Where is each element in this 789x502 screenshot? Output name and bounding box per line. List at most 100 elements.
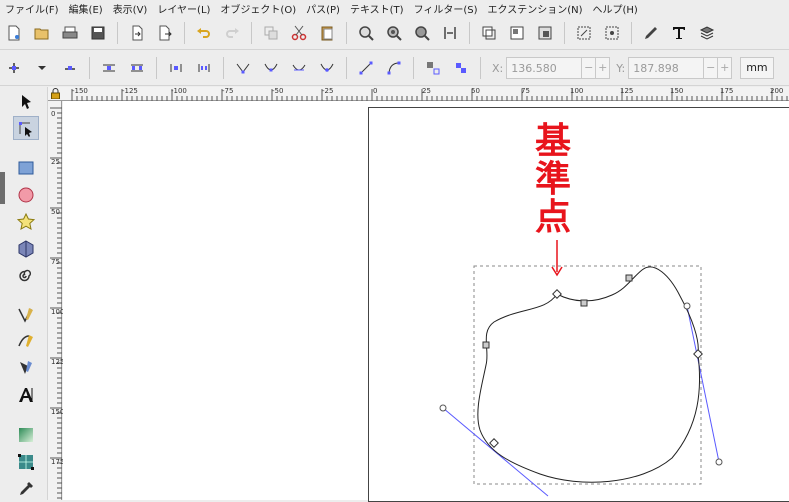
menu-bar: ファイル(F) 編集(E) 表示(V) レイヤー(L) オブジェクト(O) パス…: [0, 0, 789, 16]
spiral-tool-icon[interactable]: [13, 264, 39, 288]
y-increment-button[interactable]: +: [718, 57, 733, 79]
undo-icon[interactable]: [193, 22, 215, 44]
import-icon[interactable]: [126, 22, 148, 44]
rectangle-tool-icon[interactable]: [13, 156, 39, 180]
x-coordinate-control: X: − +: [492, 57, 611, 79]
ruler-label: -75: [222, 87, 234, 95]
ungroup-icon[interactable]: [534, 22, 556, 44]
lock-icon[interactable]: [50, 88, 61, 100]
break-path-icon[interactable]: [126, 57, 148, 79]
join-nodes-icon[interactable]: [98, 57, 120, 79]
print-icon[interactable]: [59, 22, 81, 44]
menu-object[interactable]: オブジェクト(O): [215, 1, 301, 16]
redo-icon[interactable]: [221, 22, 243, 44]
menu-layer[interactable]: レイヤー(L): [152, 1, 215, 16]
y-coordinate-input[interactable]: [628, 57, 705, 79]
new-document-icon[interactable]: [3, 22, 25, 44]
open-file-icon[interactable]: [31, 22, 53, 44]
pen-tool-icon[interactable]: [13, 329, 39, 353]
clone-icon[interactable]: [478, 22, 500, 44]
menu-help[interactable]: ヘルプ(H): [588, 1, 643, 16]
edit-path-icon[interactable]: [640, 22, 662, 44]
save-icon[interactable]: [87, 22, 109, 44]
duplicate-icon[interactable]: [260, 22, 282, 44]
join-segment-icon[interactable]: [165, 57, 187, 79]
toolbar-separator: [469, 22, 470, 44]
vertical-ruler[interactable]: 0 25 50 75 100 125 150 175: [48, 101, 64, 500]
drawing-canvas[interactable]: [63, 101, 789, 502]
toolbar-separator: [223, 57, 224, 79]
text-tool-icon[interactable]: [13, 383, 39, 407]
ruler-label: 125: [620, 87, 634, 95]
toolbar-separator: [413, 57, 414, 79]
ellipse-tool-icon[interactable]: [13, 183, 39, 207]
insert-node-icon[interactable]: [3, 57, 25, 79]
ruler-label: 75: [51, 258, 60, 266]
paste-icon[interactable]: [316, 22, 338, 44]
smooth-node-icon[interactable]: [260, 57, 282, 79]
menu-text[interactable]: テキスト(T): [345, 1, 409, 16]
ruler-label: -150: [72, 87, 88, 95]
zoom-drawing-icon[interactable]: [383, 22, 405, 44]
cut-icon[interactable]: [288, 22, 310, 44]
ruler-label: 100: [570, 87, 584, 95]
menu-path[interactable]: パス(P): [301, 1, 345, 16]
dropper-tool-icon[interactable]: [13, 477, 39, 501]
symmetric-node-icon[interactable]: [288, 57, 310, 79]
group-icon[interactable]: [506, 22, 528, 44]
toolbar-separator: [480, 57, 481, 79]
commands-toolbar: [0, 17, 789, 50]
text-tool-icon[interactable]: [668, 22, 690, 44]
panel-edge-marker: [0, 172, 5, 204]
mesh-tool-icon[interactable]: [13, 450, 39, 474]
fill-stroke-icon[interactable]: [573, 22, 595, 44]
y-coordinate-control: Y: − +: [616, 57, 733, 79]
toolbox: [0, 87, 48, 500]
selector-tool-icon[interactable]: [13, 90, 39, 114]
ruler-label: -125: [122, 87, 138, 95]
menu-view[interactable]: 表示(V): [108, 1, 153, 16]
layers-icon[interactable]: [696, 22, 718, 44]
ruler-label: 0: [373, 87, 378, 95]
3d-box-tool-icon[interactable]: [13, 237, 39, 261]
make-line-icon[interactable]: [355, 57, 377, 79]
unit-selector[interactable]: mm: [740, 57, 774, 79]
ruler-label: 50: [471, 87, 480, 95]
toolbar-separator: [631, 22, 632, 44]
delete-node-icon[interactable]: [59, 57, 81, 79]
node-tool-controls: X: − + Y: − + mm: [0, 51, 789, 86]
star-tool-icon[interactable]: [13, 210, 39, 234]
export-icon[interactable]: [154, 22, 176, 44]
menu-edit[interactable]: 編集(E): [64, 1, 108, 16]
zoom-page-width-icon[interactable]: [439, 22, 461, 44]
cusp-node-icon[interactable]: [232, 57, 254, 79]
stroke-to-path-icon[interactable]: [450, 57, 472, 79]
node-tool-icon[interactable]: [13, 116, 39, 140]
auto-smooth-node-icon[interactable]: [316, 57, 338, 79]
make-curve-icon[interactable]: [383, 57, 405, 79]
xml-editor-icon[interactable]: [601, 22, 623, 44]
object-to-path-icon[interactable]: [422, 57, 444, 79]
zoom-selection-icon[interactable]: [355, 22, 377, 44]
toolbar-separator: [156, 57, 157, 79]
ruler-label: 200: [770, 87, 784, 95]
delete-segment-icon[interactable]: [193, 57, 215, 79]
zoom-page-icon[interactable]: [411, 22, 433, 44]
toolbar-separator: [184, 22, 185, 44]
chevron-down-icon[interactable]: [31, 57, 53, 79]
gradient-tool-icon[interactable]: [13, 423, 39, 447]
ruler-label: 175: [720, 87, 734, 95]
horizontal-ruler[interactable]: -150 -125 -100 -75 -50 -25 0 25 50 75 10…: [48, 87, 789, 101]
x-increment-button[interactable]: +: [596, 57, 611, 79]
menu-file[interactable]: ファイル(F): [0, 1, 64, 16]
ruler-label: 75: [521, 87, 530, 95]
menu-extensions[interactable]: エクステンション(N): [483, 1, 588, 16]
x-coordinate-input[interactable]: [506, 57, 583, 79]
pencil-tool-icon[interactable]: [13, 303, 39, 327]
ruler-label: 0: [51, 110, 56, 118]
menu-filters[interactable]: フィルター(S): [409, 1, 483, 16]
ruler-label: -50: [272, 87, 284, 95]
y-decrement-button[interactable]: −: [704, 57, 719, 79]
calligraphy-tool-icon[interactable]: [13, 356, 39, 380]
x-decrement-button[interactable]: −: [582, 57, 597, 79]
